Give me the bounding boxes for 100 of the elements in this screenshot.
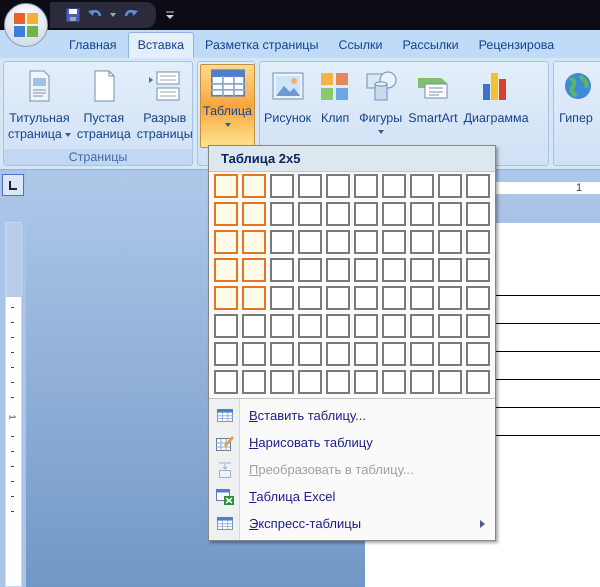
- grid-cell[interactable]: [382, 258, 406, 282]
- customize-toolbar-icon[interactable]: [166, 10, 174, 20]
- grid-cell[interactable]: [270, 370, 294, 394]
- grid-cell[interactable]: [410, 258, 434, 282]
- grid-cell[interactable]: [410, 314, 434, 338]
- ribbon-button[interactable]: Разрыв страницы: [134, 64, 195, 148]
- grid-cell[interactable]: [326, 314, 350, 338]
- grid-cell[interactable]: [438, 370, 462, 394]
- grid-cell[interactable]: [382, 174, 406, 198]
- grid-cell[interactable]: [466, 230, 490, 254]
- grid-cell[interactable]: [214, 258, 238, 282]
- grid-cell[interactable]: [270, 286, 294, 310]
- grid-cell[interactable]: [354, 174, 378, 198]
- grid-cell[interactable]: [326, 370, 350, 394]
- grid-cell[interactable]: [438, 286, 462, 310]
- grid-cell[interactable]: [354, 286, 378, 310]
- ribbon-button[interactable]: Рисунок: [262, 64, 314, 148]
- grid-cell[interactable]: [326, 230, 350, 254]
- grid-cell[interactable]: [242, 370, 266, 394]
- grid-cell[interactable]: [410, 342, 434, 366]
- grid-cell[interactable]: [298, 258, 322, 282]
- grid-cell[interactable]: [354, 342, 378, 366]
- grid-cell[interactable]: [298, 342, 322, 366]
- ribbon-button[interactable]: Пустая страница: [74, 64, 133, 148]
- grid-cell[interactable]: [410, 286, 434, 310]
- grid-cell[interactable]: [242, 174, 266, 198]
- grid-cell[interactable]: [438, 174, 462, 198]
- grid-cell[interactable]: [326, 286, 350, 310]
- save-icon[interactable]: [66, 8, 80, 22]
- grid-cell[interactable]: [438, 230, 462, 254]
- grid-cell[interactable]: [242, 314, 266, 338]
- grid-cell[interactable]: [326, 342, 350, 366]
- ribbon-tab[interactable]: Рассылки: [393, 32, 468, 58]
- grid-cell[interactable]: [298, 286, 322, 310]
- grid-cell[interactable]: [438, 258, 462, 282]
- grid-cell[interactable]: [354, 202, 378, 226]
- grid-cell[interactable]: [466, 258, 490, 282]
- grid-cell[interactable]: [438, 314, 462, 338]
- grid-cell[interactable]: [214, 230, 238, 254]
- ribbon-button[interactable]: Титульная страница: [6, 64, 73, 148]
- grid-cell[interactable]: [466, 174, 490, 198]
- grid-cell[interactable]: [298, 202, 322, 226]
- grid-cell[interactable]: [214, 202, 238, 226]
- ribbon-button[interactable]: Клип: [315, 64, 356, 148]
- grid-cell[interactable]: [382, 286, 406, 310]
- grid-cell[interactable]: [382, 202, 406, 226]
- ribbon-tab[interactable]: Разметка страницы: [196, 32, 328, 58]
- grid-cell[interactable]: [214, 370, 238, 394]
- ribbon-button[interactable]: SmartArt: [406, 64, 460, 148]
- grid-cell[interactable]: [298, 314, 322, 338]
- grid-cell[interactable]: [270, 314, 294, 338]
- menu-item[interactable]: Нарисовать таблицу: [209, 429, 495, 456]
- ribbon-tab[interactable]: Вставка: [128, 32, 194, 58]
- grid-cell[interactable]: [382, 370, 406, 394]
- ribbon-button[interactable]: Таблица: [200, 64, 256, 148]
- grid-cell[interactable]: [326, 258, 350, 282]
- grid-cell[interactable]: [270, 258, 294, 282]
- ribbon-button[interactable]: Гипер: [556, 64, 596, 148]
- grid-cell[interactable]: [466, 202, 490, 226]
- ribbon-tab[interactable]: Ссылки: [329, 32, 392, 58]
- menu-item[interactable]: Вставить таблицу...: [209, 402, 495, 429]
- grid-cell[interactable]: [382, 230, 406, 254]
- grid-cell[interactable]: [214, 174, 238, 198]
- grid-cell[interactable]: [270, 342, 294, 366]
- grid-cell[interactable]: [270, 174, 294, 198]
- grid-cell[interactable]: [354, 314, 378, 338]
- grid-cell[interactable]: [242, 230, 266, 254]
- menu-item[interactable]: Таблица Excel: [209, 483, 495, 510]
- dropdown-arrow-icon[interactable]: [110, 13, 116, 17]
- grid-cell[interactable]: [382, 314, 406, 338]
- ribbon-button[interactable]: Фигуры: [357, 64, 404, 148]
- grid-cell[interactable]: [438, 342, 462, 366]
- grid-cell[interactable]: [466, 314, 490, 338]
- ribbon-tab[interactable]: Главная: [60, 32, 126, 58]
- grid-cell[interactable]: [354, 370, 378, 394]
- grid-cell[interactable]: [298, 370, 322, 394]
- grid-cell[interactable]: [298, 230, 322, 254]
- grid-cell[interactable]: [466, 286, 490, 310]
- grid-cell[interactable]: [410, 370, 434, 394]
- grid-cell[interactable]: [214, 314, 238, 338]
- grid-cell[interactable]: [354, 230, 378, 254]
- grid-cell[interactable]: [242, 202, 266, 226]
- grid-cell[interactable]: [466, 370, 490, 394]
- grid-cell[interactable]: [214, 342, 238, 366]
- menu-item[interactable]: Экспресс-таблицы: [209, 510, 495, 537]
- grid-cell[interactable]: [466, 342, 490, 366]
- grid-cell[interactable]: [326, 174, 350, 198]
- grid-cell[interactable]: [382, 342, 406, 366]
- ribbon-tab[interactable]: Рецензирова: [470, 32, 564, 58]
- grid-cell[interactable]: [410, 174, 434, 198]
- grid-cell[interactable]: [410, 202, 434, 226]
- grid-cell[interactable]: [438, 202, 462, 226]
- grid-cell[interactable]: [242, 342, 266, 366]
- tab-selector[interactable]: [2, 174, 24, 196]
- grid-cell[interactable]: [270, 202, 294, 226]
- grid-cell[interactable]: [354, 258, 378, 282]
- ribbon-button[interactable]: Диаграмма: [462, 64, 531, 148]
- grid-cell[interactable]: [326, 202, 350, 226]
- grid-cell[interactable]: [410, 230, 434, 254]
- grid-cell[interactable]: [298, 174, 322, 198]
